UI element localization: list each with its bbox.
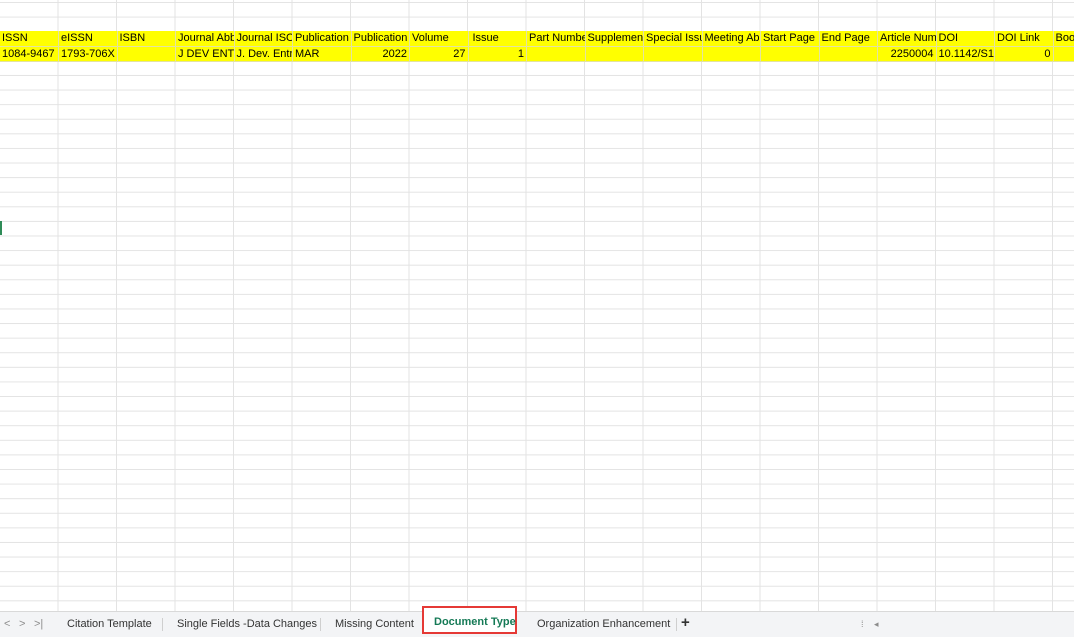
cell-eissn[interactable]: 1793-706X [58,46,118,63]
add-sheet-icon[interactable]: + [681,614,690,631]
tab-citation-template[interactable]: Citation Template [59,612,160,637]
scroll-divider-icon[interactable]: ⁞ [861,619,864,629]
cell-journal-abbrev[interactable]: J DEV ENTI [175,46,235,63]
header-cell[interactable]: eISSN [58,31,118,47]
table-row: 1084-9467 1793-706X J DEV ENTI J. Dev. E… [0,46,1074,63]
header-cell[interactable]: DOI Link [994,31,1054,47]
header-cell[interactable]: Issue [468,31,527,47]
tab-document-type[interactable]: Document Type [422,606,517,634]
cell-start-page[interactable] [760,46,820,63]
cell-issn[interactable]: 1084-9467 [0,46,59,63]
spreadsheet-grid[interactable]: ISSN eISSN ISBN Journal Abb Journal ISO … [0,0,1074,611]
cell-volume[interactable]: 27 [409,46,469,63]
header-cell[interactable]: Book [1053,31,1074,47]
header-cell[interactable]: DOI [936,31,995,47]
header-cell[interactable]: Article Num [877,31,937,47]
cell-doi[interactable]: 10.1142/S1( [936,46,995,63]
data-table: ISSN eISSN ISBN Journal Abb Journal ISO … [0,31,1074,63]
cell-doi-link[interactable]: 0 [994,46,1054,63]
header-cell[interactable]: Part Numbe [526,31,586,47]
tab-missing-content[interactable]: Missing Content [327,612,422,637]
tab-divider [320,618,321,631]
header-row: ISSN eISSN ISBN Journal Abb Journal ISO … [0,31,1074,47]
cell-meeting-abstract[interactable] [702,46,761,63]
last-sheet-arrow-icon[interactable]: >| [34,618,43,630]
next-sheet-arrow-icon[interactable]: > [19,618,25,630]
header-cell[interactable]: Special Issu [643,31,703,47]
tab-single-fields-data-changes[interactable]: Single Fields -Data Changes [169,612,325,637]
cell-part-number[interactable] [526,46,586,63]
cell-article-number[interactable]: 2250004 [877,46,937,63]
header-cell[interactable]: Volume [409,31,469,47]
cell-issue[interactable]: 1 [468,46,527,63]
tab-divider [162,618,163,631]
cell-supplement[interactable] [585,46,644,63]
header-cell[interactable]: Journal Abb [175,31,235,47]
header-cell[interactable]: ISBN [117,31,176,47]
sheet-tab-bar: < > >| Citation Template Single Fields -… [0,606,1074,637]
cell-special-issue[interactable] [643,46,703,63]
first-sheet-arrow-icon[interactable]: < [4,618,10,630]
header-cell[interactable]: End Page [819,31,878,47]
header-cell[interactable]: Meeting Ab [702,31,761,47]
cell-book[interactable] [1053,46,1074,63]
cell-publication-month[interactable]: MAR [292,46,352,63]
cell-publication-year[interactable]: 2022 [351,46,410,63]
header-cell[interactable]: Publication [292,31,352,47]
active-cell-indicator [0,221,2,235]
cell-isbn[interactable] [117,46,176,63]
cell-journal-iso[interactable]: J. Dev. Entr [234,46,293,63]
header-cell[interactable]: Publication [351,31,410,47]
tab-organization-enhancement[interactable]: Organization Enhancement [529,612,678,637]
tab-divider [676,618,677,631]
scroll-left-arrow-icon[interactable]: ◂ [874,619,879,630]
header-cell[interactable]: Start Page [760,31,820,47]
cell-end-page[interactable] [819,46,878,63]
header-cell[interactable]: Journal ISO [234,31,293,47]
header-cell[interactable]: Supplement [585,31,644,47]
header-cell[interactable]: ISSN [0,31,59,47]
